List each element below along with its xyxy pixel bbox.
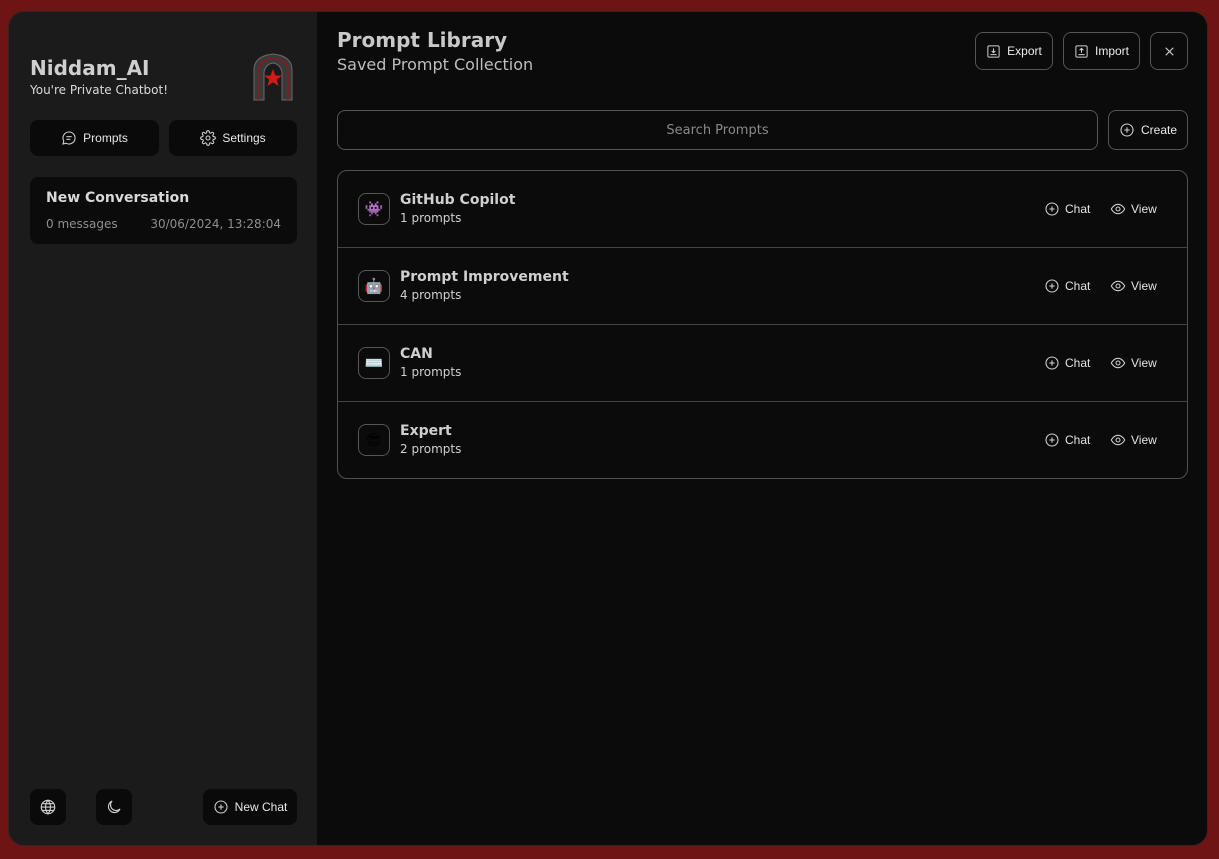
collection-emoji-icon: 🤖 <box>358 270 390 302</box>
collection-name: CAN <box>400 346 433 362</box>
collection-count: 2 prompts <box>400 442 462 456</box>
page-title: Prompt Library <box>337 28 508 52</box>
prompts-button-label: Prompts <box>83 131 128 145</box>
plus-circle-icon <box>1045 356 1059 370</box>
export-button[interactable]: Export <box>975 32 1053 70</box>
view-button[interactable]: View <box>1110 352 1157 374</box>
create-button[interactable]: Create <box>1108 110 1188 150</box>
create-label: Create <box>1140 123 1178 137</box>
settings-button-label: Settings <box>222 131 266 145</box>
settings-button[interactable]: Settings <box>169 120 297 156</box>
prompt-library-panel: Prompt Library Saved Prompt Collection E… <box>317 12 1207 845</box>
upload-icon <box>1075 44 1088 58</box>
export-label: Export <box>1007 44 1042 58</box>
brand-tagline: You're Private Chatbot! <box>30 83 169 97</box>
plus-circle-icon <box>1045 279 1059 293</box>
language-button[interactable] <box>30 789 66 825</box>
eye-icon <box>1110 280 1126 292</box>
eye-icon <box>1110 357 1126 369</box>
collection-name: Expert <box>400 423 452 439</box>
collection-row: 😎 Expert 2 prompts Chat View <box>338 402 1187 478</box>
view-label: View <box>1131 202 1157 216</box>
eye-icon <box>1110 434 1126 446</box>
new-chat-label: New Chat <box>234 800 288 814</box>
plus-circle-icon <box>1045 433 1059 447</box>
search-input[interactable] <box>337 110 1098 150</box>
theme-toggle-button[interactable] <box>96 789 132 825</box>
chat-button[interactable]: Chat <box>1044 429 1090 451</box>
page-subtitle: Saved Prompt Collection <box>337 55 534 74</box>
chat-button[interactable]: Chat <box>1044 275 1090 297</box>
chat-label: Chat <box>1065 433 1091 447</box>
plus-circle-icon <box>1045 202 1059 216</box>
collection-row: 🤖 Prompt Improvement 4 prompts Chat View <box>338 248 1187 325</box>
chat-label: Chat <box>1065 279 1091 293</box>
collection-emoji-icon: 😎 <box>358 424 390 456</box>
collection-row: ⌨️ CAN 1 prompts Chat View <box>338 325 1187 402</box>
download-icon <box>987 44 1000 58</box>
view-label: View <box>1131 433 1157 447</box>
collection-name: GitHub Copilot <box>400 192 516 208</box>
collection-name: Prompt Improvement <box>400 269 569 285</box>
sidebar: Niddam_AI You're Private Chatbot! Prompt… <box>9 12 317 845</box>
collection-emoji-icon: ⌨️ <box>358 347 390 379</box>
import-label: Import <box>1094 44 1129 58</box>
view-button[interactable]: View <box>1110 275 1157 297</box>
plus-circle-icon <box>1120 123 1134 137</box>
view-button[interactable]: View <box>1110 198 1157 220</box>
brand-logo <box>250 52 296 102</box>
view-label: View <box>1131 356 1157 370</box>
brand-name: Niddam_AI <box>30 56 150 80</box>
collection-count: 4 prompts <box>400 288 462 302</box>
message-square-icon <box>62 131 76 145</box>
app-window: Niddam_AI You're Private Chatbot! Prompt… <box>8 11 1208 846</box>
import-button[interactable]: Import <box>1063 32 1140 70</box>
conversation-message-count: 0 messages <box>46 217 118 231</box>
chat-button[interactable]: Chat <box>1044 198 1090 220</box>
collection-count: 1 prompts <box>400 211 462 225</box>
collection-emoji-icon: 👾 <box>358 193 390 225</box>
prompt-collection-list: 👾 GitHub Copilot 1 prompts Chat View 🤖 P… <box>337 170 1188 479</box>
collection-row: 👾 GitHub Copilot 1 prompts Chat View <box>338 171 1187 248</box>
view-button[interactable]: View <box>1110 429 1157 451</box>
chat-button[interactable]: Chat <box>1044 352 1090 374</box>
close-button[interactable] <box>1150 32 1188 70</box>
conversation-date: 30/06/2024, 13:28:04 <box>150 217 281 231</box>
view-label: View <box>1131 279 1157 293</box>
collection-count: 1 prompts <box>400 365 462 379</box>
moon-icon <box>107 800 121 814</box>
plus-circle-icon <box>214 800 228 814</box>
new-chat-button[interactable]: New Chat <box>203 789 297 825</box>
gear-icon <box>200 130 217 146</box>
chat-label: Chat <box>1065 356 1091 370</box>
globe-icon <box>40 799 56 815</box>
close-icon <box>1164 46 1174 56</box>
conversation-item[interactable]: New Conversation 0 messages 30/06/2024, … <box>30 177 297 244</box>
prompts-button[interactable]: Prompts <box>30 120 159 156</box>
conversation-title: New Conversation <box>46 190 190 206</box>
chat-label: Chat <box>1065 202 1091 216</box>
eye-icon <box>1110 203 1126 215</box>
